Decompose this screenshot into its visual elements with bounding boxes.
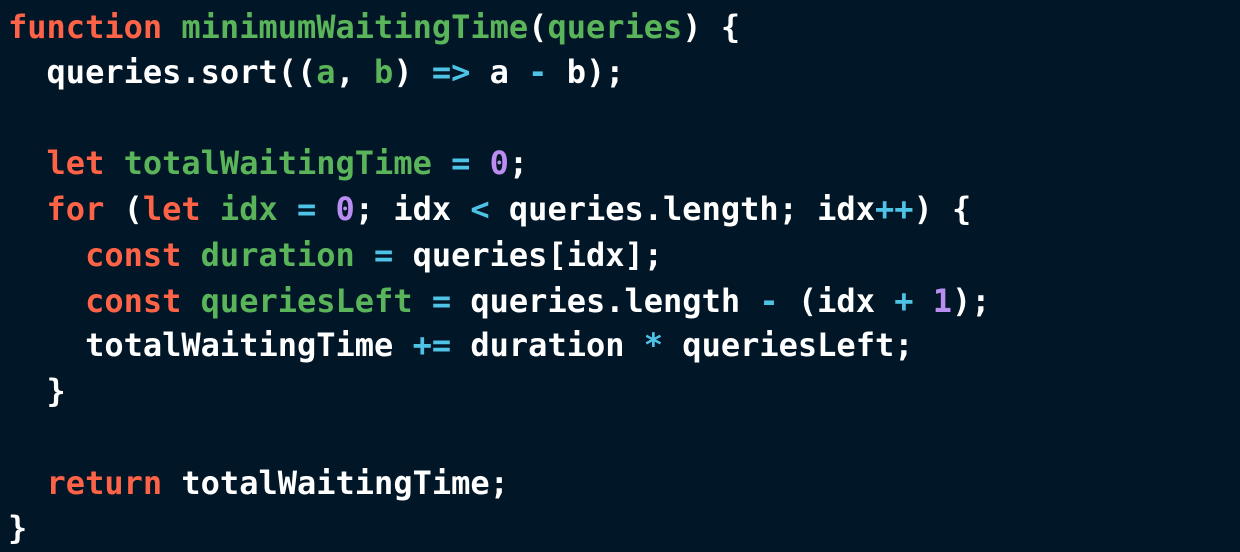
code-token: for (46, 190, 105, 228)
code-token: queries (547, 8, 683, 46)
code-token: let (142, 190, 201, 228)
code-editor: function minimumWaitingTime(queries) { q… (0, 0, 1240, 552)
code-token: queriesLeft (200, 282, 413, 320)
code-token: ; idx (354, 190, 471, 228)
code-token: ) { (913, 190, 972, 228)
code-line-12: } (8, 506, 27, 550)
code-token: totalWaitingTime (123, 144, 432, 182)
code-token: ( (104, 190, 143, 228)
code-token: * (643, 326, 664, 364)
code-token: function (8, 8, 163, 46)
code-token: 0 (489, 144, 509, 182)
code-token: ) (393, 53, 432, 91)
code-token: a (316, 53, 336, 91)
code-token: - (759, 282, 779, 320)
code-token: < (470, 190, 490, 228)
code-token: let (46, 144, 105, 182)
code-token: ( (528, 8, 548, 46)
code-line-2: queries.sort((a, b) => a - b); (8, 50, 625, 94)
code-token: ++ (874, 190, 914, 228)
code-token: totalWaitingTime (8, 326, 413, 364)
code-token: += (412, 326, 452, 364)
code-line-8: totalWaitingTime += duration * queriesLe… (8, 323, 913, 367)
code-token: return (46, 464, 163, 502)
code-token: } (8, 372, 66, 410)
code-token: queries.length (451, 282, 760, 320)
code-token: } (8, 509, 28, 547)
code-line-1: function minimumWaitingTime(queries) { (8, 5, 740, 49)
code-token: (idx (778, 282, 895, 320)
code-token: + (894, 282, 914, 320)
code-token: queries.length; idx (489, 190, 875, 228)
code-token: 1 (932, 282, 953, 320)
code-token: idx (219, 190, 278, 228)
code-token: => (431, 53, 471, 91)
code-token: queriesLeft; (663, 326, 914, 364)
code-token: queries[idx]; (393, 236, 664, 274)
code-token: const (85, 282, 182, 320)
code-token: ); (952, 282, 991, 320)
code-token: totalWaitingTime; (162, 464, 509, 502)
code-token: ; (508, 144, 529, 182)
code-line-5: for (let idx = 0; idx < queries.length; … (8, 187, 972, 231)
code-line-9: } (8, 369, 66, 413)
code-token: = (451, 144, 471, 182)
code-token: b (374, 53, 394, 91)
code-token: = (431, 282, 452, 320)
code-token: const (85, 236, 182, 274)
code-token: minimumWaitingTime (181, 8, 529, 46)
code-token: ) { (682, 8, 741, 46)
code-token: 0 (335, 190, 355, 228)
code-token: - (528, 53, 548, 91)
code-line-6: const duration = queries[idx]; (8, 233, 663, 277)
code-token: a (470, 53, 529, 91)
code-token: b); (547, 53, 625, 91)
code-line-11: return totalWaitingTime; (8, 461, 509, 505)
code-line-4: let totalWaitingTime = 0; (8, 141, 529, 185)
code-token: = (374, 236, 394, 274)
code-line-7: const queriesLeft = queries.length - (id… (8, 279, 991, 323)
code-token: = (296, 190, 317, 228)
code-token: queries.sort(( (8, 53, 317, 91)
code-token: duration (200, 236, 355, 274)
code-token: , (335, 53, 375, 91)
code-token: duration (451, 326, 644, 364)
